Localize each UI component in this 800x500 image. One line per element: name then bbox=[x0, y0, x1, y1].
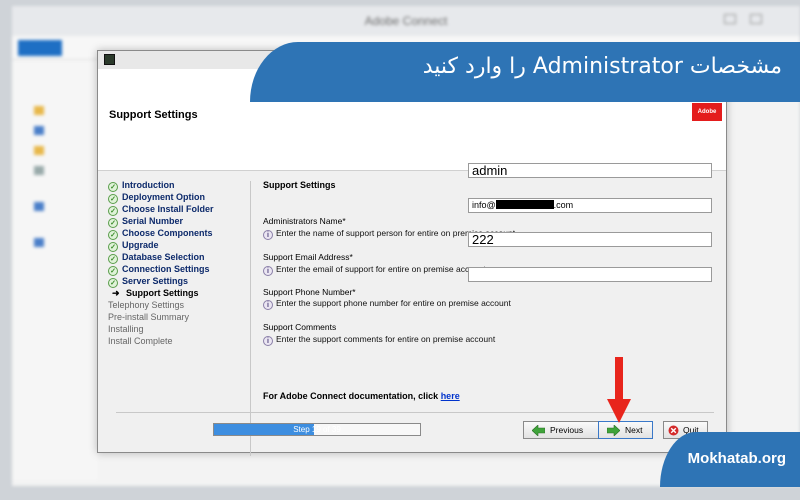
step-pre-install-summary: Pre-install Summary bbox=[108, 312, 190, 322]
vertical-divider bbox=[250, 181, 251, 456]
support-phone-hint: i Enter the support phone number for enti… bbox=[263, 298, 511, 310]
red-pointer-arrow-icon bbox=[607, 357, 631, 423]
back-arrow-icon bbox=[532, 425, 545, 436]
maximize-icon bbox=[750, 14, 762, 24]
documentation-line: For Adobe Connect documentation, click h… bbox=[263, 391, 460, 401]
support-email-label: Support Email Address* bbox=[263, 252, 353, 262]
documentation-link[interactable]: here bbox=[441, 391, 460, 401]
background-nav-item bbox=[34, 166, 48, 177]
support-comments-input[interactable] bbox=[468, 267, 712, 282]
current-step-arrow-icon: ➜ bbox=[112, 288, 120, 298]
step-choose-install-folder: ✓ Choose Install Folder bbox=[108, 203, 248, 216]
background-nav-item bbox=[34, 126, 48, 137]
admin-name-label: Administrators Name* bbox=[263, 216, 346, 226]
background-window-title: Adobe Connect bbox=[12, 6, 800, 36]
step-install-complete: Install Complete bbox=[108, 336, 173, 346]
info-icon: i bbox=[263, 336, 273, 346]
support-phone-input[interactable] bbox=[468, 232, 712, 247]
step-upgrade: ✓ Upgrade bbox=[108, 239, 248, 252]
install-progress-bar: Step 19 of 39 bbox=[213, 423, 421, 436]
support-email-input[interactable]: info@ .com bbox=[468, 198, 712, 213]
step-serial-number: ✓ Serial Number bbox=[108, 215, 248, 228]
support-comments-hint: i Enter the support comments for entire o… bbox=[263, 334, 495, 346]
step-telephony-settings: Telephony Settings bbox=[108, 300, 185, 310]
site-name: Mokhatab.org bbox=[687, 450, 786, 467]
background-nav-item bbox=[34, 146, 48, 157]
info-icon: i bbox=[263, 230, 273, 240]
panel-title: Support Settings bbox=[263, 180, 336, 190]
redaction-bar bbox=[495, 200, 554, 209]
background-nav-item bbox=[34, 202, 48, 213]
header-title: Support Settings bbox=[109, 109, 198, 121]
forward-arrow-icon bbox=[607, 425, 620, 436]
support-email-hint: i Enter the email of support for entire o… bbox=[263, 264, 486, 276]
minimize-icon bbox=[724, 14, 736, 24]
installer-app-icon bbox=[104, 54, 115, 65]
step-server-settings: ✓ Server Settings bbox=[108, 275, 248, 288]
step-choose-components: ✓ Choose Components bbox=[108, 227, 248, 240]
quit-icon bbox=[668, 425, 679, 436]
next-button[interactable]: Next bbox=[598, 421, 653, 439]
support-phone-label: Support Phone Number* bbox=[263, 287, 356, 297]
step-installing: Installing bbox=[108, 324, 144, 334]
background-sidebar bbox=[12, 60, 98, 480]
background-nav-item bbox=[34, 106, 48, 117]
background-nav-item bbox=[34, 238, 48, 249]
info-icon: i bbox=[263, 266, 273, 276]
step-connection-settings: ✓ Connection Settings bbox=[108, 263, 248, 276]
title-banner: مشخصات Administrator را وارد کنید bbox=[250, 42, 800, 102]
step-database-selection: ✓ Database Selection bbox=[108, 251, 248, 264]
step-support-settings: ➜ Support Settings bbox=[112, 288, 199, 298]
install-steps-list: ✓ Introduction ✓ Deployment Option ✓ Choose… bbox=[108, 179, 248, 347]
site-banner: Mokhatab.org bbox=[660, 432, 800, 487]
installer-window: Support Settings Adobe ✓ Introduction ✓ De… bbox=[97, 50, 727, 456]
banner-title-text: مشخصات Administrator را وارد کنید bbox=[422, 54, 782, 79]
step-introduction: ✓ Introduction bbox=[108, 179, 248, 192]
adobe-logo: Adobe bbox=[692, 103, 722, 121]
step-deployment-option: ✓ Deployment Option bbox=[108, 191, 248, 204]
background-file-tab bbox=[18, 40, 62, 56]
support-comments-label: Support Comments bbox=[263, 322, 337, 332]
admin-name-input[interactable] bbox=[468, 163, 712, 178]
info-icon: i bbox=[263, 300, 273, 310]
previous-button[interactable]: Previous bbox=[523, 421, 604, 439]
progress-text: Step 19 of 39 bbox=[293, 425, 341, 434]
